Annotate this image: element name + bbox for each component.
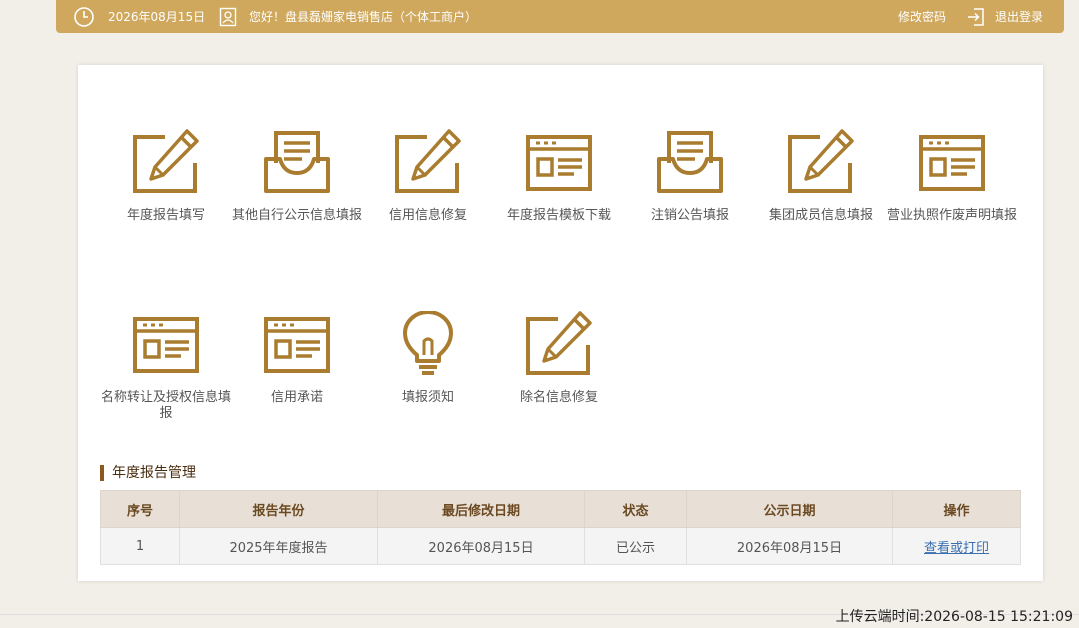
tile-template-download[interactable]: 年度报告模板下载 — [493, 129, 625, 224]
col-header: 操作 — [892, 490, 1021, 528]
user-icon — [219, 0, 237, 33]
tile-label: 年度报告模板下载 — [506, 208, 611, 223]
edit-icon — [131, 129, 201, 195]
cell-status: 已公示 — [584, 527, 687, 565]
edit-icon — [786, 129, 856, 195]
template-icon — [917, 129, 987, 195]
tile-annual-report-fill[interactable]: 年度报告填写 — [100, 129, 232, 224]
tile-label: 信用承诺 — [270, 390, 323, 405]
greeting-text: 您好！盘县磊姗家电销售店（个体工商户） — [249, 10, 478, 24]
tile-label: 其他自行公示信息填报 — [231, 208, 362, 223]
logout-icon[interactable] — [966, 0, 986, 33]
col-header: 序号 — [100, 490, 180, 528]
col-header: 状态 — [584, 490, 687, 528]
main-card: 年度报告填写 其他自行公示信息填报 信用信息修复 年度报告模板下载 注销公告填报… — [78, 65, 1043, 581]
table-header-row: 序号 报告年份 最后修改日期 状态 公示日期 操作 — [100, 490, 1021, 528]
cell-publish-date: 2026年08月15日 — [686, 527, 893, 565]
template-icon — [524, 129, 594, 195]
cell-modified-date: 2026年08月15日 — [377, 527, 585, 565]
tile-other-disclosure[interactable]: 其他自行公示信息填报 — [231, 129, 363, 224]
logout-button[interactable]: 退出登录 — [995, 0, 1043, 33]
tile-cancellation-notice[interactable]: 注销公告填报 — [624, 129, 756, 224]
tile-label: 名称转让及授权信息填报 — [100, 390, 231, 421]
top-bar: 2026年08月15日 您好！盘县磊姗家电销售店（个体工商户） 修改密码 退出登… — [56, 0, 1064, 33]
col-header: 公示日期 — [686, 490, 893, 528]
upload-time: 上传云端时间:2026-08-15 15:21:09 — [835, 609, 1073, 625]
tile-label: 填报须知 — [401, 390, 454, 405]
tile-credit-promise[interactable]: 信用承诺 — [231, 311, 363, 406]
tile-removal-repair[interactable]: 除名信息修复 — [493, 311, 625, 406]
col-header: 最后修改日期 — [377, 490, 585, 528]
cell-action: 查看或打印 — [892, 527, 1021, 565]
tile-label: 信用信息修复 — [388, 208, 467, 223]
report-table: 序号 报告年份 最后修改日期 状态 公示日期 操作 1 2025年年度报告 20… — [100, 490, 1021, 565]
tile-license-void[interactable]: 营业执照作废声明填报 — [884, 129, 1020, 224]
clock-icon — [73, 0, 95, 33]
cell-index: 1 — [100, 527, 180, 565]
template-icon — [131, 311, 201, 377]
view-print-link[interactable]: 查看或打印 — [924, 541, 989, 556]
template-icon — [262, 311, 332, 377]
tile-filing-notes[interactable]: 填报须知 — [362, 311, 494, 406]
current-date: 2026年08月15日 — [108, 10, 206, 24]
cell-report-year: 2025年年度报告 — [179, 527, 378, 565]
col-header: 报告年份 — [179, 490, 378, 528]
tile-name-transfer[interactable]: 名称转让及授权信息填报 — [100, 311, 232, 422]
tile-label: 集团成员信息填报 — [768, 208, 873, 223]
tile-label: 营业执照作废声明填报 — [886, 208, 1017, 223]
tile-credit-repair[interactable]: 信用信息修复 — [362, 129, 494, 224]
lightbulb-icon — [393, 311, 463, 377]
edit-icon — [393, 129, 463, 195]
inbox-icon — [262, 129, 332, 195]
tile-group-member[interactable]: 集团成员信息填报 — [755, 129, 887, 224]
table-row: 1 2025年年度报告 2026年08月15日 已公示 2026年08月15日 … — [100, 527, 1021, 565]
change-password-link[interactable]: 修改密码 — [898, 0, 946, 33]
edit-icon — [524, 311, 594, 377]
tile-label: 注销公告填报 — [650, 208, 729, 223]
tile-label: 除名信息修复 — [519, 390, 598, 405]
section-title: 年度报告管理 — [100, 465, 196, 481]
inbox-icon — [655, 129, 725, 195]
tile-label: 年度报告填写 — [126, 208, 205, 223]
